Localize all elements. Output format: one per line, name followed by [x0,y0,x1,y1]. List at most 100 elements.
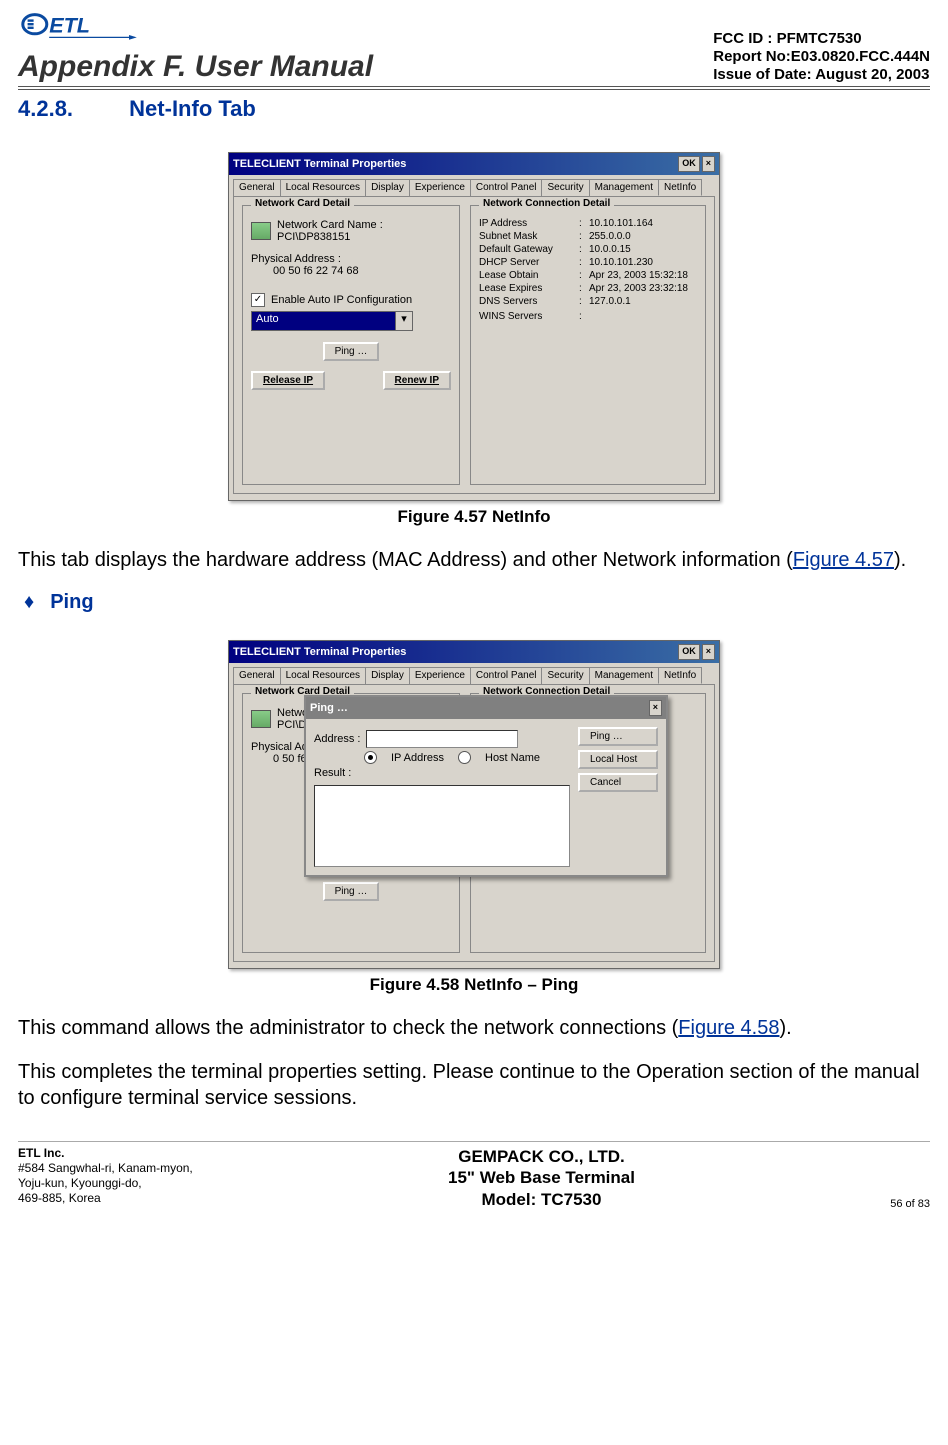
body-text: ). [894,549,906,571]
radio-ip-label: IP Address [391,752,444,764]
detail-row: Lease Expires:Apr 23, 2003 23:32:18 [479,283,697,294]
footer-addr1: #584 Sangwhal-ri, Kanam-myon, [18,1161,193,1175]
ok-button[interactable]: OK [678,156,700,172]
tab-local-resources[interactable]: Local Resources [280,667,366,684]
ping-dialog: Ping … × Address : [304,695,668,877]
close-button[interactable]: × [702,644,715,660]
close-button[interactable]: × [649,700,662,716]
renew-ip-button[interactable]: Renew IP [383,371,451,390]
auto-ip-checkbox[interactable]: ✓ [251,293,265,307]
tab-local-resources[interactable]: Local Resources [280,179,366,196]
ping-button[interactable]: Ping … [323,882,380,901]
detail-key: Subnet Mask [479,231,579,242]
tab-management[interactable]: Management [589,179,659,196]
tab-security[interactable]: Security [541,179,589,196]
footer-center3: Model: TC7530 [448,1189,635,1210]
physical-address-label: Physical Address : [251,253,451,265]
section-number: 4.2.8. [18,96,73,121]
dialog-title: TELECLIENT Terminal Properties [233,158,406,170]
tab-experience[interactable]: Experience [409,667,471,684]
tab-display[interactable]: Display [365,179,410,196]
ip-config-select[interactable]: Auto ▾ [251,311,413,331]
tab-strip: General Local Resources Display Experien… [229,663,719,684]
detail-key: Lease Expires [479,283,579,294]
ping-titlebar: Ping … × [306,697,666,719]
issue-date: Issue of Date: August 20, 2003 [713,66,930,84]
page-number: 56 of 83 [890,1198,930,1210]
detail-key: Default Gateway [479,244,579,255]
tab-control-panel[interactable]: Control Panel [470,667,543,684]
detail-value: 10.0.0.15 [589,244,697,255]
tab-security[interactable]: Security [541,667,589,684]
tab-control-panel[interactable]: Control Panel [470,179,543,196]
figure-link[interactable]: Figure 4.57 [793,549,894,571]
ok-button[interactable]: OK [678,644,700,660]
chevron-down-icon[interactable]: ▾ [395,312,412,330]
tab-general[interactable]: General [233,179,281,196]
tab-management[interactable]: Management [589,667,659,684]
result-textarea[interactable] [314,785,570,867]
ping-run-button[interactable]: Ping … [578,727,658,746]
detail-key: Lease Obtain [479,270,579,281]
network-card-detail-group: Network Card Detail Network Card Name : … [242,205,460,485]
body-text: This command allows the administrator to… [18,1017,678,1039]
dialog-titlebar: TELECLIENT Terminal Properties OK × [229,641,719,663]
radio-host-name[interactable] [458,751,471,764]
local-host-button[interactable]: Local Host [578,750,658,769]
connection-detail-rows: IP Address:10.10.101.164 Subnet Mask:255.… [479,218,697,322]
detail-row: Subnet Mask:255.0.0.0 [479,231,697,242]
auto-ip-label: Enable Auto IP Configuration [271,294,412,306]
physical-address-value: 00 50 f6 22 74 68 [251,265,451,277]
close-button[interactable]: × [702,156,715,172]
group-legend: Network Connection Detail [479,198,614,209]
ping-title: Ping … [310,702,348,714]
tab-display[interactable]: Display [365,667,410,684]
page-footer: ETL Inc. #584 Sangwhal-ri, Kanam-myon, Y… [18,1141,930,1210]
section-heading: 4.2.8. Net-Info Tab [18,96,930,122]
dialog-titlebar: TELECLIENT Terminal Properties OK × [229,153,719,175]
svg-text:ETL: ETL [49,13,90,38]
footer-addr3: 469-885, Korea [18,1191,101,1205]
figure-link[interactable]: Figure 4.58 [678,1017,779,1039]
terminal-properties-dialog-ping: TELECLIENT Terminal Properties OK × Gene… [228,640,720,969]
nic-icon [251,222,271,240]
detail-value: 127.0.0.1 [589,296,697,307]
detail-key: DNS Servers [479,296,579,307]
report-no: Report No:E03.0820.FCC.444N [713,48,930,66]
etl-logo: ETL [18,10,373,48]
body-paragraph: This tab displays the hardware address (… [18,547,930,573]
radio-ip-address[interactable] [364,751,377,764]
figure-caption: Figure 4.57 NetInfo [18,507,930,527]
card-name-label: Network Card Name : [277,219,383,231]
tab-netinfo[interactable]: NetInfo [658,179,702,196]
bullet-diamond-icon: ♦ [24,591,34,613]
result-label: Result : [314,767,351,779]
body-text: ). [779,1017,791,1039]
subheading-ping: ♦Ping [24,591,930,614]
header-meta: FCC ID : PFMTC7530 Report No:E03.0820.FC… [713,30,930,84]
address-input[interactable] [366,730,518,748]
cancel-button[interactable]: Cancel [578,773,658,792]
detail-key: WINS Servers [479,311,579,322]
network-connection-detail-group: Network Connection Detail IP Address:10.… [470,205,706,485]
detail-value [589,311,697,322]
body-paragraph: This completes the terminal properties s… [18,1059,930,1111]
ping-button[interactable]: Ping … [323,342,380,361]
tab-experience[interactable]: Experience [409,179,471,196]
tab-general[interactable]: General [233,667,281,684]
release-ip-button[interactable]: Release IP [251,371,325,390]
footer-center1: GEMPACK CO., LTD. [448,1146,635,1167]
body-text: This tab displays the hardware address (… [18,549,793,571]
detail-key: DHCP Server [479,257,579,268]
radio-host-label: Host Name [485,752,540,764]
tab-strip: General Local Resources Display Experien… [229,175,719,196]
detail-row: Default Gateway:10.0.0.15 [479,244,697,255]
group-legend: Network Card Detail [251,198,354,209]
appendix-title: Appendix F. User Manual [18,50,373,84]
detail-row: IP Address:10.10.101.164 [479,218,697,229]
detail-value: Apr 23, 2003 23:32:18 [589,283,697,294]
tab-netinfo[interactable]: NetInfo [658,667,702,684]
terminal-properties-dialog: TELECLIENT Terminal Properties OK × Gene… [228,152,720,501]
detail-value: 10.10.101.164 [589,218,697,229]
detail-row: DNS Servers:127.0.0.1 [479,296,697,307]
